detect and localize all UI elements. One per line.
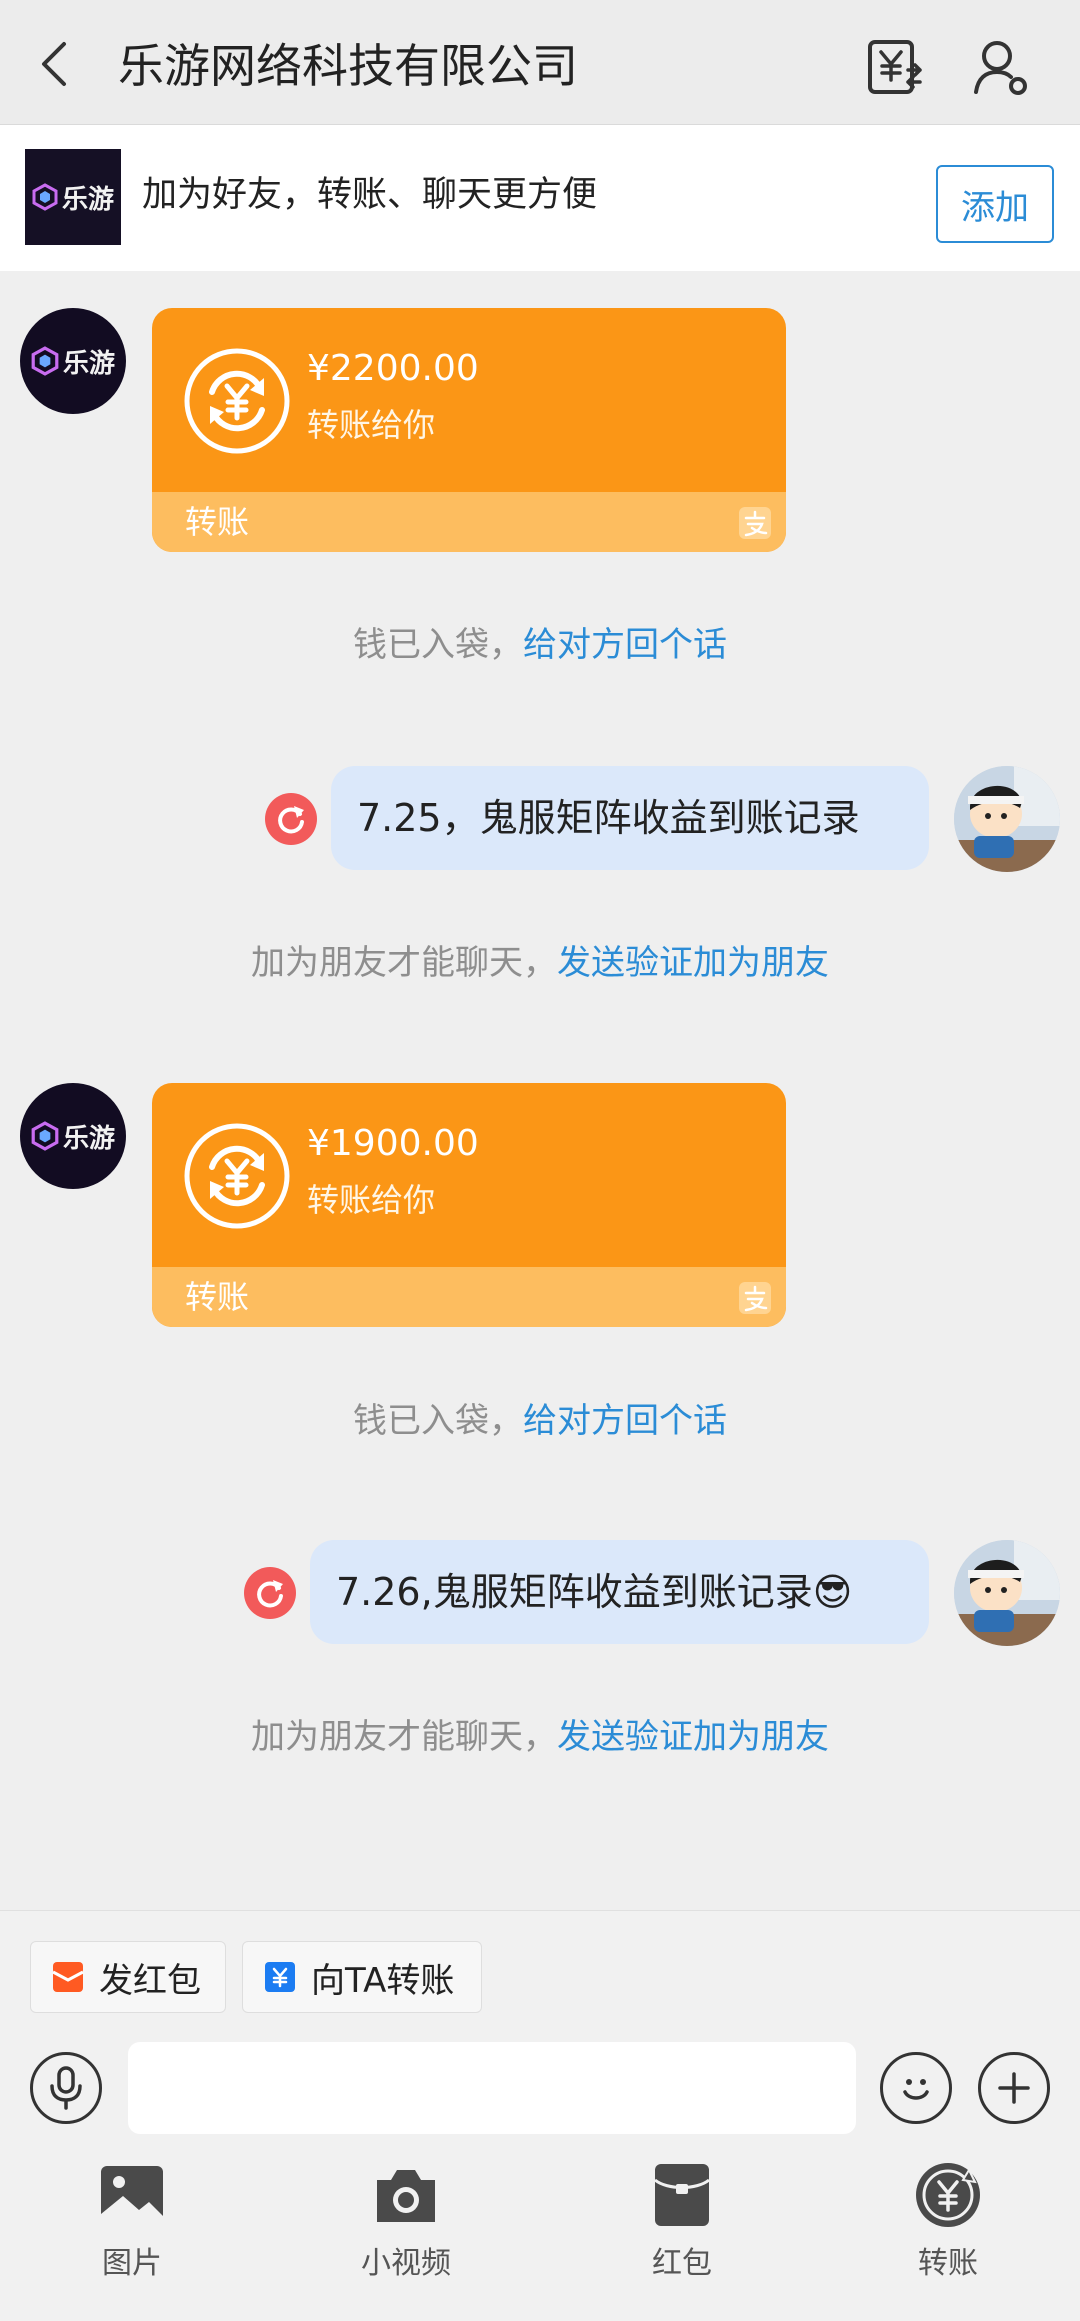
image-icon: [101, 2166, 163, 2224]
bill-button[interactable]: [864, 36, 926, 98]
profile-icon: [974, 41, 1027, 95]
sent-message-bubble[interactable]: 7.26,鬼服矩阵收益到账记录😎: [310, 1540, 929, 1644]
tool-image[interactable]: 图片: [52, 2160, 212, 2284]
transfer-icon: [265, 1962, 295, 1992]
add-friend-hint: 加为好友，转账、聊天更方便: [142, 175, 598, 215]
system-note: 钱已入袋，给对方回个话: [353, 625, 727, 665]
header: 乐游网络科技有限公司: [0, 0, 1080, 125]
company-avatar[interactable]: 乐游: [20, 1083, 126, 1189]
transfer-yuan-icon: [184, 1123, 290, 1229]
transfer-amount: ¥2200.00: [307, 348, 479, 389]
microphone-icon: [50, 2066, 82, 2110]
reply-link[interactable]: 给对方回个话: [523, 1401, 727, 1441]
tool-short-video[interactable]: 小视频: [326, 2160, 486, 2284]
reply-link[interactable]: 给对方回个话: [523, 625, 727, 665]
cartoon-avatar-image: [954, 766, 1060, 872]
smiley-icon: [903, 2079, 929, 2100]
transfer-yuan-icon: [184, 348, 290, 454]
cartoon-avatar-image: [954, 1540, 1060, 1646]
send-red-packet-button[interactable]: 发红包: [30, 1941, 226, 2013]
hexagon-logo-icon: [31, 1121, 59, 1151]
company-avatar[interactable]: 乐游: [20, 308, 126, 414]
quick-actions-bar: 发红包 向TA转账: [0, 1910, 1080, 2030]
send-verification-link[interactable]: 发送验证加为朋友: [557, 943, 829, 983]
company-logo: 乐游: [25, 149, 121, 245]
transfer-description: 转账给你: [307, 406, 436, 444]
user-avatar[interactable]: [954, 1540, 1060, 1646]
red-packet-icon: [654, 2164, 710, 2226]
add-friend-button[interactable]: 添加: [936, 165, 1054, 243]
transfer-card-footer: 转账: [152, 1267, 786, 1327]
system-note: 加为朋友才能聊天，发送验证加为朋友: [251, 943, 829, 983]
transfer-card-footer: 转账: [152, 492, 786, 552]
tool-red-packet[interactable]: 红包: [602, 2160, 762, 2284]
send-verification-link[interactable]: 发送验证加为朋友: [557, 1717, 829, 1757]
retry-icon[interactable]: [264, 792, 318, 846]
transfer-amount: ¥1900.00: [307, 1123, 479, 1164]
page-title: 乐游网络科技有限公司: [118, 39, 578, 93]
message-input[interactable]: [128, 2042, 856, 2134]
transfer-footer-label: 转账: [185, 1278, 250, 1316]
transfer-icon: [916, 2163, 980, 2227]
alipay-icon: [739, 507, 771, 539]
transfer-description: 转账给你: [307, 1181, 436, 1219]
plus-icon: [998, 2072, 1030, 2104]
profile-button[interactable]: [970, 36, 1032, 98]
message-input-row: [0, 2030, 1080, 2150]
hexagon-logo-icon: [31, 346, 59, 376]
transfer-footer-label: 转账: [185, 503, 250, 541]
transfer-to-ta-button[interactable]: 向TA转账: [242, 1941, 482, 2013]
add-friend-banner: 乐游 加为好友，转账、聊天更方便 添加: [0, 125, 1080, 271]
back-button[interactable]: [30, 36, 86, 92]
transfer-card[interactable]: ¥1900.00 转账给你 转账: [152, 1083, 786, 1327]
back-arrow-icon: [42, 42, 66, 86]
retry-icon[interactable]: [243, 1566, 297, 1620]
sent-message-bubble[interactable]: 7.25，鬼服矩阵收益到账记录: [331, 766, 929, 870]
camera-icon: [377, 2170, 435, 2222]
voice-button[interactable]: [30, 2052, 102, 2124]
alipay-icon: [739, 1282, 771, 1314]
red-packet-icon: [52, 1962, 84, 1992]
transfer-card[interactable]: ¥2200.00 转账给你 转账: [152, 308, 786, 552]
emoji-button[interactable]: [880, 2052, 952, 2124]
system-note: 加为朋友才能聊天，发送验证加为朋友: [251, 1717, 829, 1757]
bottom-toolbar: 图片 小视频 红包 转账: [0, 2150, 1080, 2321]
yuan-bill-icon: [868, 40, 922, 94]
tool-transfer[interactable]: 转账: [868, 2160, 1028, 2284]
user-avatar[interactable]: [954, 766, 1060, 872]
system-note: 钱已入袋，给对方回个话: [353, 1401, 727, 1441]
hexagon-logo-icon: [32, 183, 58, 211]
more-button[interactable]: [978, 2052, 1050, 2124]
